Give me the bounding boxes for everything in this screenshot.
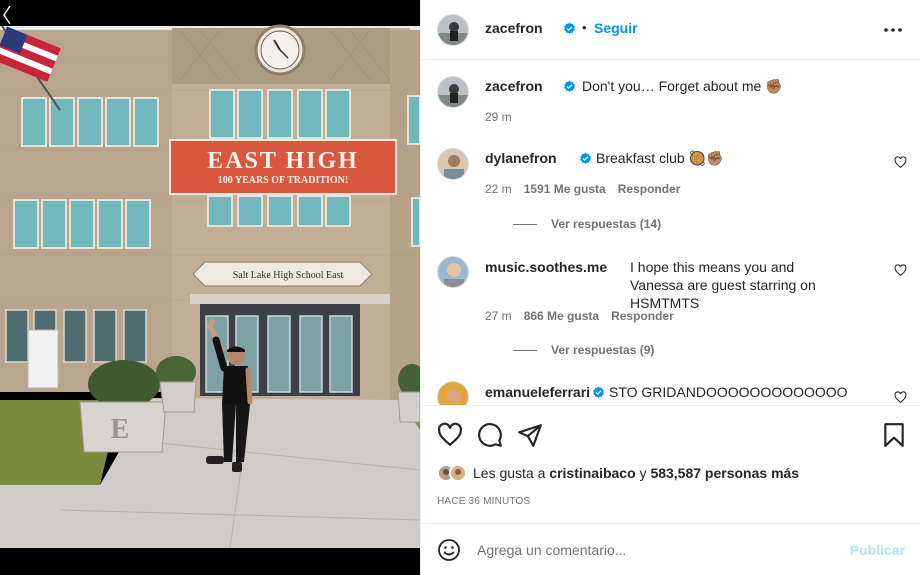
comment-avatar[interactable] <box>437 256 469 288</box>
more-horizontal-icon[interactable] <box>883 20 903 40</box>
reply-button[interactable]: Responder <box>618 182 681 196</box>
post-header: zacefron • Seguir <box>421 0 920 60</box>
bookmark-icon[interactable] <box>881 422 907 448</box>
verified-badge-icon <box>593 386 604 398</box>
publish-button[interactable]: Publicar <box>850 542 905 558</box>
comment-input[interactable] <box>477 538 837 562</box>
author-avatar[interactable] <box>437 14 469 46</box>
heart-icon[interactable] <box>437 422 463 448</box>
post-actions: Les gusta a cristinaibaco y 583,587 pers… <box>421 405 920 523</box>
verified-badge-icon <box>564 22 575 34</box>
post-timestamp[interactable]: HACE 36 MINUTOS <box>437 496 530 507</box>
verified-badge-icon <box>580 152 591 164</box>
liked-by-user[interactable]: cristinaibaco <box>549 465 635 481</box>
comment-likes-count[interactable]: 866 Me gusta <box>524 309 599 323</box>
author-username[interactable]: zacefron <box>485 20 543 36</box>
replies-line <box>513 349 537 351</box>
replies-line <box>513 223 537 225</box>
comment-avatar[interactable] <box>437 148 469 180</box>
comment-text: STO GRIDANDOOOOOOOOOOOOO <box>609 384 848 400</box>
likes-count[interactable]: 583,587 personas más <box>650 465 799 481</box>
reply-button[interactable]: Responder <box>611 309 674 323</box>
emoji-icon[interactable] <box>437 538 461 562</box>
comment-like-heart-icon[interactable] <box>894 264 907 277</box>
view-replies-button[interactable]: Ver respuestas (14) <box>513 217 661 231</box>
comment-meta: 27 m 866 Me gusta Responder <box>485 309 674 323</box>
caption-avatar[interactable] <box>437 76 469 108</box>
comment-likes-count[interactable]: 1591 Me gusta <box>524 182 606 196</box>
likes-prefix: Les gusta a <box>473 465 546 481</box>
comment-composer: Publicar <box>421 523 920 575</box>
comment-username[interactable]: music.soothes.me <box>485 259 607 275</box>
view-replies-button[interactable]: Ver respuestas (9) <box>513 343 654 357</box>
verified-badge-icon <box>564 80 575 92</box>
comment-text: Breakfast club 🥘✊🏽 <box>596 150 724 166</box>
comment-avatar[interactable] <box>437 381 469 405</box>
banner-subtitle: 100 YEARS OF TRADITION! <box>218 175 348 186</box>
likes-text: Les gusta a cristinaibaco y 583,587 pers… <box>473 465 799 481</box>
send-icon[interactable] <box>517 422 543 448</box>
caption-meta: 29 m <box>485 110 512 124</box>
view-replies-label: Ver respuestas (14) <box>551 217 662 231</box>
caption-text: Don't you… Forget about me ✊🏽 <box>582 78 783 94</box>
comment-time: 27 m <box>485 309 512 323</box>
instagram-post-modal: EAST HIGH 100 YEARS OF TRADITION! Salt L… <box>0 0 920 575</box>
prev-arrow-icon[interactable] <box>0 0 14 30</box>
comment-username[interactable]: emanueleferrari <box>485 384 590 400</box>
comment-text: I hope this means you and Vanessa are gu… <box>630 259 816 311</box>
caption-username[interactable]: zacefron <box>485 78 543 94</box>
school-sign: Salt Lake High School East <box>233 270 344 281</box>
header-separator: • <box>582 20 587 35</box>
caption-time: 29 m <box>485 110 512 124</box>
likes-and: y <box>639 465 647 481</box>
post-side-panel: zacefron • Seguir zacefron Don't you… Fo… <box>420 0 920 575</box>
liker-avatar <box>449 464 467 482</box>
follow-button[interactable]: Seguir <box>594 20 638 36</box>
banner-title: EAST HIGH <box>207 148 359 174</box>
planter-letter: E <box>111 414 130 445</box>
likes-summary[interactable]: Les gusta a cristinaibaco y 583,587 pers… <box>437 464 799 482</box>
comment-meta: 22 m 1591 Me gusta Responder <box>485 182 680 196</box>
comment-like-heart-icon[interactable] <box>894 156 907 169</box>
comment-icon[interactable] <box>477 422 503 448</box>
post-photo: EAST HIGH 100 YEARS OF TRADITION! Salt L… <box>0 0 420 575</box>
comments-list: zacefron Don't you… Forget about me ✊🏽 2… <box>421 60 920 405</box>
comment-time: 22 m <box>485 182 512 196</box>
comment-like-heart-icon[interactable] <box>894 391 907 404</box>
view-replies-label: Ver respuestas (9) <box>551 343 655 357</box>
comment-username[interactable]: dylanefron <box>485 150 557 166</box>
school-photo-illustration: EAST HIGH 100 YEARS OF TRADITION! Salt L… <box>0 0 420 575</box>
